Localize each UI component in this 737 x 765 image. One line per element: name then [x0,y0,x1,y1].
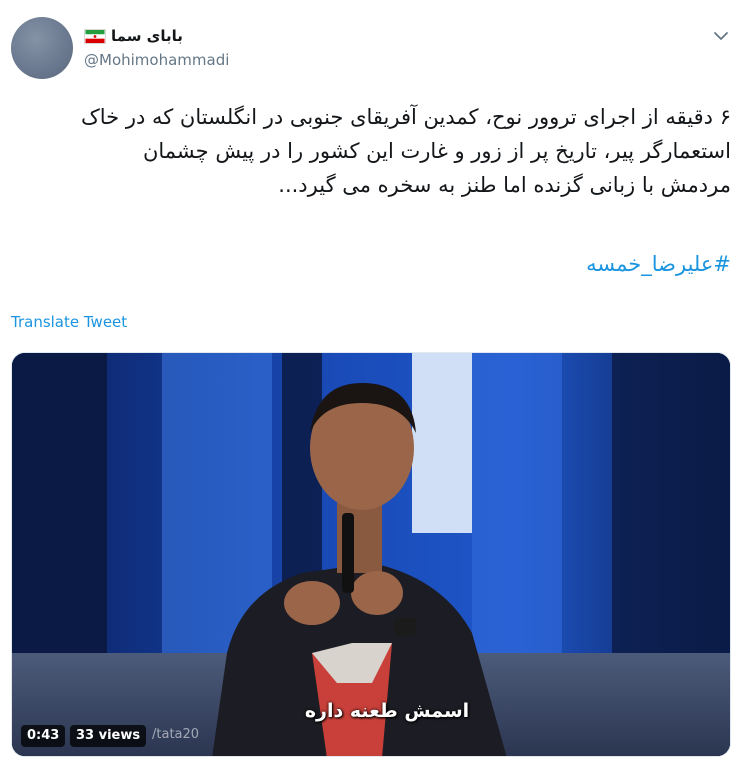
chevron-down-icon[interactable] [713,28,729,44]
display-name[interactable]: بابای سما [111,27,183,45]
video-player[interactable]: اسمش طعنه داره /tata20 0:43 33 views [11,352,731,757]
video-duration-badge: 0:43 [21,725,66,747]
user-handle[interactable]: @Mohimohammadi [84,51,229,69]
avatar[interactable] [11,17,73,79]
tweet-text: ۶ دقیقه از اجرای تروور نوح، کمدین آفریقا… [7,100,731,202]
name-row: بابای سما [84,24,229,48]
tweet-text-line: مردمش با زبانی گزنده اما طنز به سخره می … [278,173,731,197]
translate-tweet-link[interactable]: Translate Tweet [11,313,127,331]
hashtag-link[interactable]: #علیرضا_خمسه [586,252,731,276]
user-info: بابای سما @Mohimohammadi [84,24,229,69]
video-views-badge: 33 views [70,725,147,747]
tweet-card: بابای سما @Mohimohammadi ۶ دقیقه از اجرا… [0,0,737,765]
video-watermark: /tata20 [152,727,200,742]
video-thumbnail [12,353,730,756]
tweet-text-line: ۶ دقیقه از اجرای تروور نوح، کمدین آفریقا… [80,105,731,129]
tweet-text-line: استعمارگر پیر، تاریخ پر از زور و غارت ای… [142,139,731,163]
iran-flag-icon [84,28,106,44]
video-subtitle: اسمش طعنه داره [304,700,470,722]
